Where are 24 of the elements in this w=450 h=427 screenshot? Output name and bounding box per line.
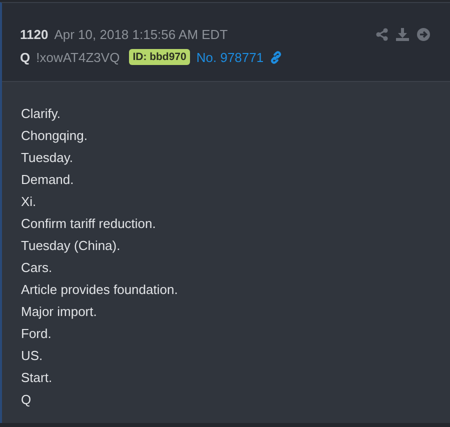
post-text-line: Start.	[21, 369, 54, 387]
post-text-line: Confirm tariff reduction.	[21, 215, 157, 233]
link-icon[interactable]	[270, 50, 282, 64]
post-text-line: Tuesday.	[21, 149, 74, 167]
author-name: Q	[20, 50, 30, 64]
post-text-line: Article provides foundation.	[21, 281, 179, 299]
post-text-line: Cars.	[21, 259, 54, 277]
post-text-line: US.	[21, 347, 44, 365]
post-text-line: Demand.	[21, 171, 75, 189]
post-text-line: Tuesday (China).	[21, 237, 122, 255]
post-text-line: Xi.	[21, 193, 38, 211]
tripcode: !xowAT4Z3VQ	[36, 50, 120, 64]
post-link[interactable]: No. 978771	[196, 50, 264, 64]
post-number: 1120	[20, 26, 48, 42]
post-text-line: Q	[21, 391, 32, 409]
post-text-line: Major import.	[21, 303, 98, 321]
post-text-line: Clarify.	[21, 105, 62, 123]
timestamp: Apr 10, 2018 1:15:56 AM EDT	[54, 26, 228, 42]
post-text-line: Ford.	[21, 325, 52, 343]
download-icon[interactable]	[396, 28, 409, 40]
post-text-line: Chongqing.	[21, 127, 88, 145]
share-icon[interactable]	[376, 28, 388, 40]
id-badge: ID: bbd970	[128, 49, 190, 65]
arrow-circle-icon[interactable]	[417, 28, 430, 40]
